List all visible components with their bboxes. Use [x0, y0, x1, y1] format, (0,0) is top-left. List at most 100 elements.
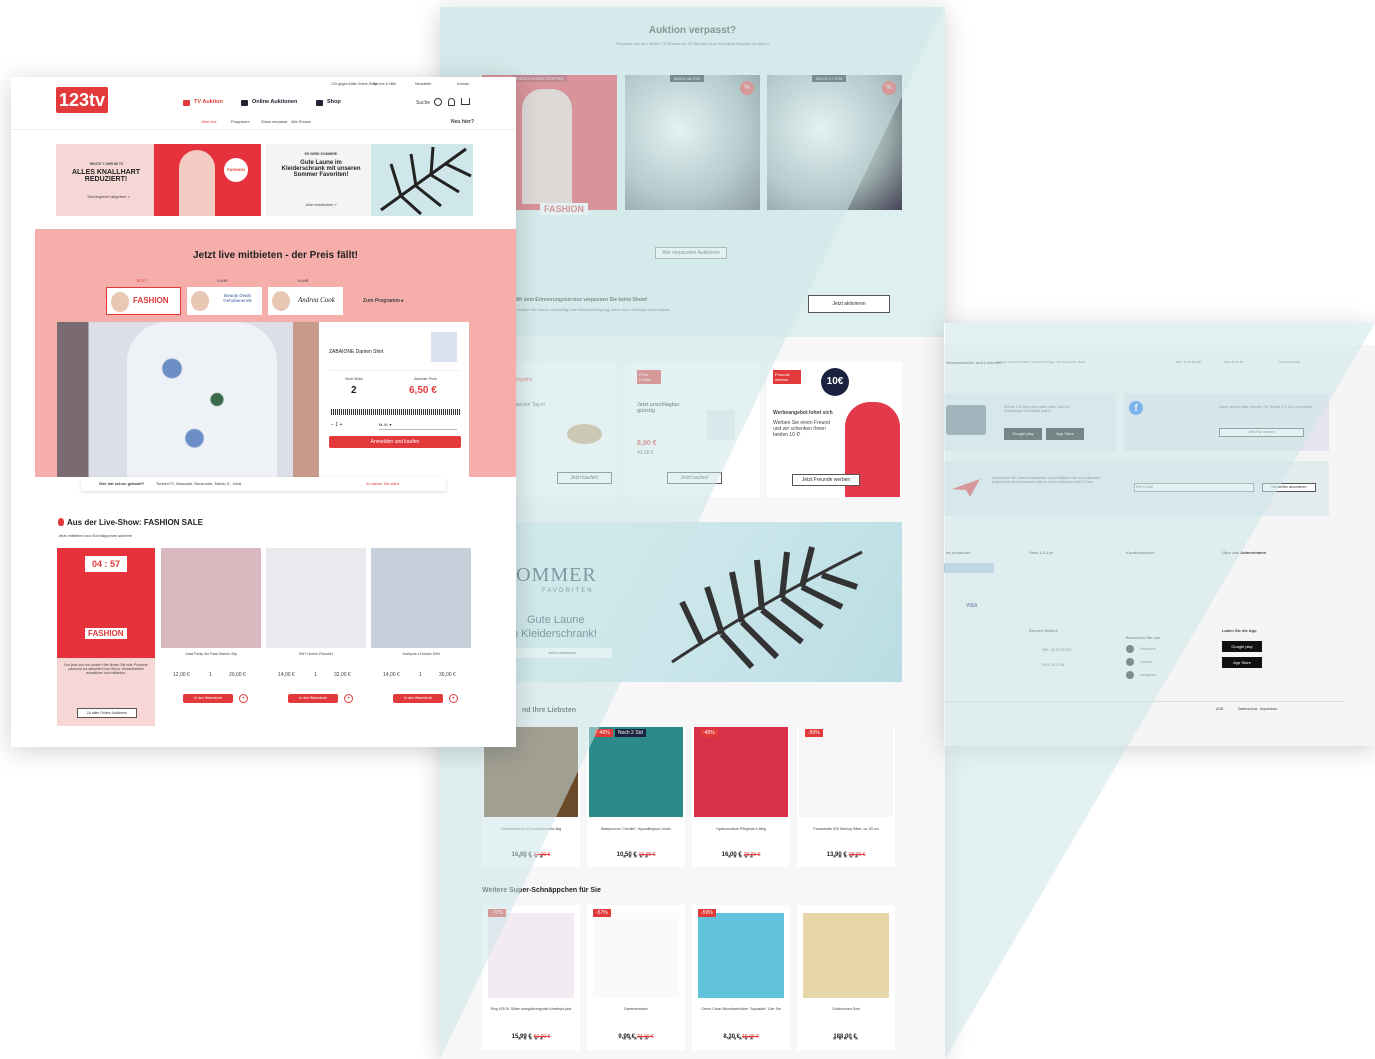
user-icon[interactable] — [448, 98, 455, 106]
promo2-image — [371, 144, 473, 216]
social-link[interactable]: Facebook — [1140, 647, 1155, 651]
auction-card-jewel-1[interactable]: NOCH 18 STD % — [625, 75, 760, 210]
product-name: Badeponcho 'Chenille', Hypoallergisch, t… — [601, 827, 671, 831]
fashion-badge: FASHION — [224, 158, 248, 182]
search-icon[interactable] — [434, 98, 442, 106]
discount-badge: -50% — [805, 729, 823, 737]
to-show-link[interactable]: Zu dieser Sie will ▸ — [366, 481, 399, 486]
woman-image — [522, 89, 572, 204]
auction-card-jewel-2[interactable]: NOCH 17 STD % — [767, 75, 902, 210]
new-here[interactable]: Neu hier? — [451, 119, 474, 125]
footer-link[interactable]: Impressum — [1260, 707, 1277, 711]
newsletter-box: Abonnieren Sie unseren Newsletter und pr… — [944, 461, 1329, 516]
friend-button[interactable]: Jetzt Freunde werben — [792, 474, 860, 486]
reminder-text: Erhalten Sie immer rechtzeitig eine Bena… — [515, 307, 671, 312]
rating-stars-icon: ★★★★★ — [832, 1036, 860, 1042]
more-product-card[interactable]: Goldmünzen Sets 188,00 € ★★★★★ — [797, 905, 895, 1050]
fs-buy-button[interactable]: In den Warenkorb — [183, 694, 233, 703]
top-link[interactable]: Kontakt — [457, 82, 469, 86]
youtube-icon[interactable] — [1126, 658, 1134, 666]
fav-product-card[interactable]: Schweinebauch in Dunkelbiersoße 6kg 16,90… — [482, 727, 580, 867]
add-icon[interactable]: + — [344, 694, 353, 703]
left-screenshot: 123tv Suche Neu hier? HEUTE 7 UHR IM TV … — [11, 77, 516, 747]
more-product-card[interactable]: -59% Clever Clean Mikrofasertücher "Aquas… — [692, 905, 790, 1050]
promo-sale[interactable]: HEUTE 7 UHR IM TV ALLES KNALLHART REDUZI… — [56, 144, 261, 216]
footer-google-play[interactable]: Google play — [1222, 641, 1262, 652]
nav-item[interactable]: Online Auktionen — [252, 99, 297, 105]
discount-badge: -70% — [488, 909, 506, 917]
all-missed-button[interactable]: Alle verpassten Auktionen — [655, 247, 727, 259]
product-name: Hyaluronsäure Pflegeset 4-teilig — [716, 827, 766, 831]
promo1-link[interactable]: Sendegebiet abgeben » — [76, 194, 141, 199]
fs-all-button[interactable]: Zu allen Online-Auktionen — [77, 708, 137, 718]
nav-item[interactable]: TV Auktion — [194, 99, 223, 105]
top-link[interactable]: 123-gegen-Mitte Online-Shop — [331, 82, 377, 86]
tv-icon — [183, 100, 190, 106]
add-icon[interactable]: + — [239, 694, 248, 703]
subnav-item[interactable]: Programm — [231, 119, 250, 124]
price-end: 20,00 € — [229, 672, 246, 678]
subnav-item[interactable]: Show verpasst — [261, 119, 287, 124]
show-card-1[interactable]: FASHION — [106, 287, 181, 315]
fav-product-card[interactable]: -45% Hyaluronsäure Pflegeset 4-teilig 16,0… — [692, 727, 790, 867]
more-product-card[interactable]: -70% Ring 925 St. Silber roségoldvergolde… — [482, 905, 580, 1050]
size-select[interactable]: M-XL ▾ — [379, 422, 457, 430]
rating-stars-icon: ★★★★★ — [832, 854, 860, 860]
social-link[interactable]: Instagram — [1140, 673, 1156, 677]
promo2-link[interactable]: Jetzt entdecken » — [276, 202, 366, 207]
fb-button[interactable]: Jetzt Fan werden — [1219, 428, 1304, 437]
summer-banner[interactable]: SOMMER FAVORITEN Gute Laune n Kleidersch… — [482, 522, 902, 682]
promo-summer[interactable]: ES WIRD SOMMER! Gute Laune im Kleidersch… — [266, 144, 473, 216]
bid-button[interactable]: Anmelden und kaufen — [329, 436, 461, 448]
banner-closet: n Kleiderschrank! — [512, 628, 597, 640]
subnav-item[interactable]: Alle Shows — [291, 119, 311, 124]
fav-product-card[interactable]: -50% Panzerkette 925 Sterling Silber, ca.… — [797, 727, 895, 867]
cream-image — [707, 410, 735, 440]
top-link[interactable]: Newsletter — [415, 82, 432, 86]
subnav-item[interactable]: Jetzt live — [201, 119, 217, 124]
fs-product-card[interactable]: Jodhpurs z Damen Shirt 14,00 € 1 30,00 € In … — [371, 548, 471, 726]
facebook-icon[interactable] — [1126, 645, 1134, 653]
nav-item[interactable]: Shop — [327, 99, 341, 105]
activate-button[interactable]: Jetzt aktivieren — [808, 295, 890, 313]
more-product-card[interactable]: -57% Damensneaker 9,99 €24,00 € ★★★★★ — [587, 905, 685, 1050]
buy-now-button-1[interactable]: Jetzt kaufen! — [557, 472, 612, 484]
product-name: ZABAIONE Damen Shirt — [329, 349, 384, 355]
google-play-button[interactable]: Google play — [1004, 428, 1042, 440]
stage: Auktion verpasst? Produkte aus den letzt… — [0, 0, 1375, 1059]
rating-stars-icon: ★★★★★ — [622, 1036, 650, 1042]
flame-icon — [241, 100, 248, 106]
footer-link[interactable]: Datenschutz — [1238, 707, 1257, 711]
fs-product-card[interactable]: BNY Herren Poloshirt 14,00 € 1 32,00 € In de… — [266, 548, 366, 726]
phone-image — [946, 405, 986, 435]
cart-icon[interactable] — [461, 98, 470, 105]
show-card-2[interactable]: Beauty Deals Gehobenerotk — [187, 287, 262, 315]
footer-link[interactable]: AGB — [1216, 707, 1223, 711]
add-icon[interactable]: + — [449, 694, 458, 703]
fs-product-card[interactable]: Jukal Panty 3er Pack Damen Slip 12,00 € 1 2… — [161, 548, 261, 726]
quantity-stepper[interactable]: − 1 + — [331, 422, 371, 430]
instagram-icon[interactable] — [1126, 671, 1134, 679]
fav-product-card[interactable]: -40% Noch 2 Std Badeponcho 'Chenille', Hyp… — [587, 727, 685, 867]
fs-buy-button[interactable]: In den Warenkorb — [288, 694, 338, 703]
logo[interactable]: 123tv — [56, 87, 108, 113]
banner-favoriten: FAVORITEN — [542, 588, 594, 594]
show-card-3[interactable]: Andrea Cook — [268, 287, 343, 315]
card2-price: 8,90 € — [637, 440, 657, 447]
search-label[interactable]: Suche — [416, 100, 430, 106]
social-link[interactable]: Youtube — [1140, 660, 1153, 664]
nl-button[interactable]: Newsletter abonnieren — [1262, 483, 1316, 492]
contact-link[interactable]: Kontaktformular — [1279, 360, 1300, 364]
to-program-link[interactable]: Zum Programm ▸ — [363, 298, 404, 304]
live-video[interactable] — [57, 322, 319, 477]
app-store-button[interactable]: App Store — [1046, 428, 1084, 440]
price-start: 12,00 € — [173, 672, 190, 678]
top-link[interactable]: Service & Hilfe — [373, 82, 396, 86]
discount-icon: % — [882, 81, 896, 95]
buy-now-button-2[interactable]: Jetzt kaufen! — [667, 472, 722, 484]
banner-button[interactable]: Jetzt entdecken — [512, 648, 612, 658]
product-name: Damensneaker — [624, 1007, 648, 1011]
footer-app-store[interactable]: App Store — [1222, 657, 1262, 668]
fs-buy-button[interactable]: In den Warenkorb — [393, 694, 443, 703]
nl-input[interactable]: Ihre E-Mail — [1134, 483, 1254, 492]
